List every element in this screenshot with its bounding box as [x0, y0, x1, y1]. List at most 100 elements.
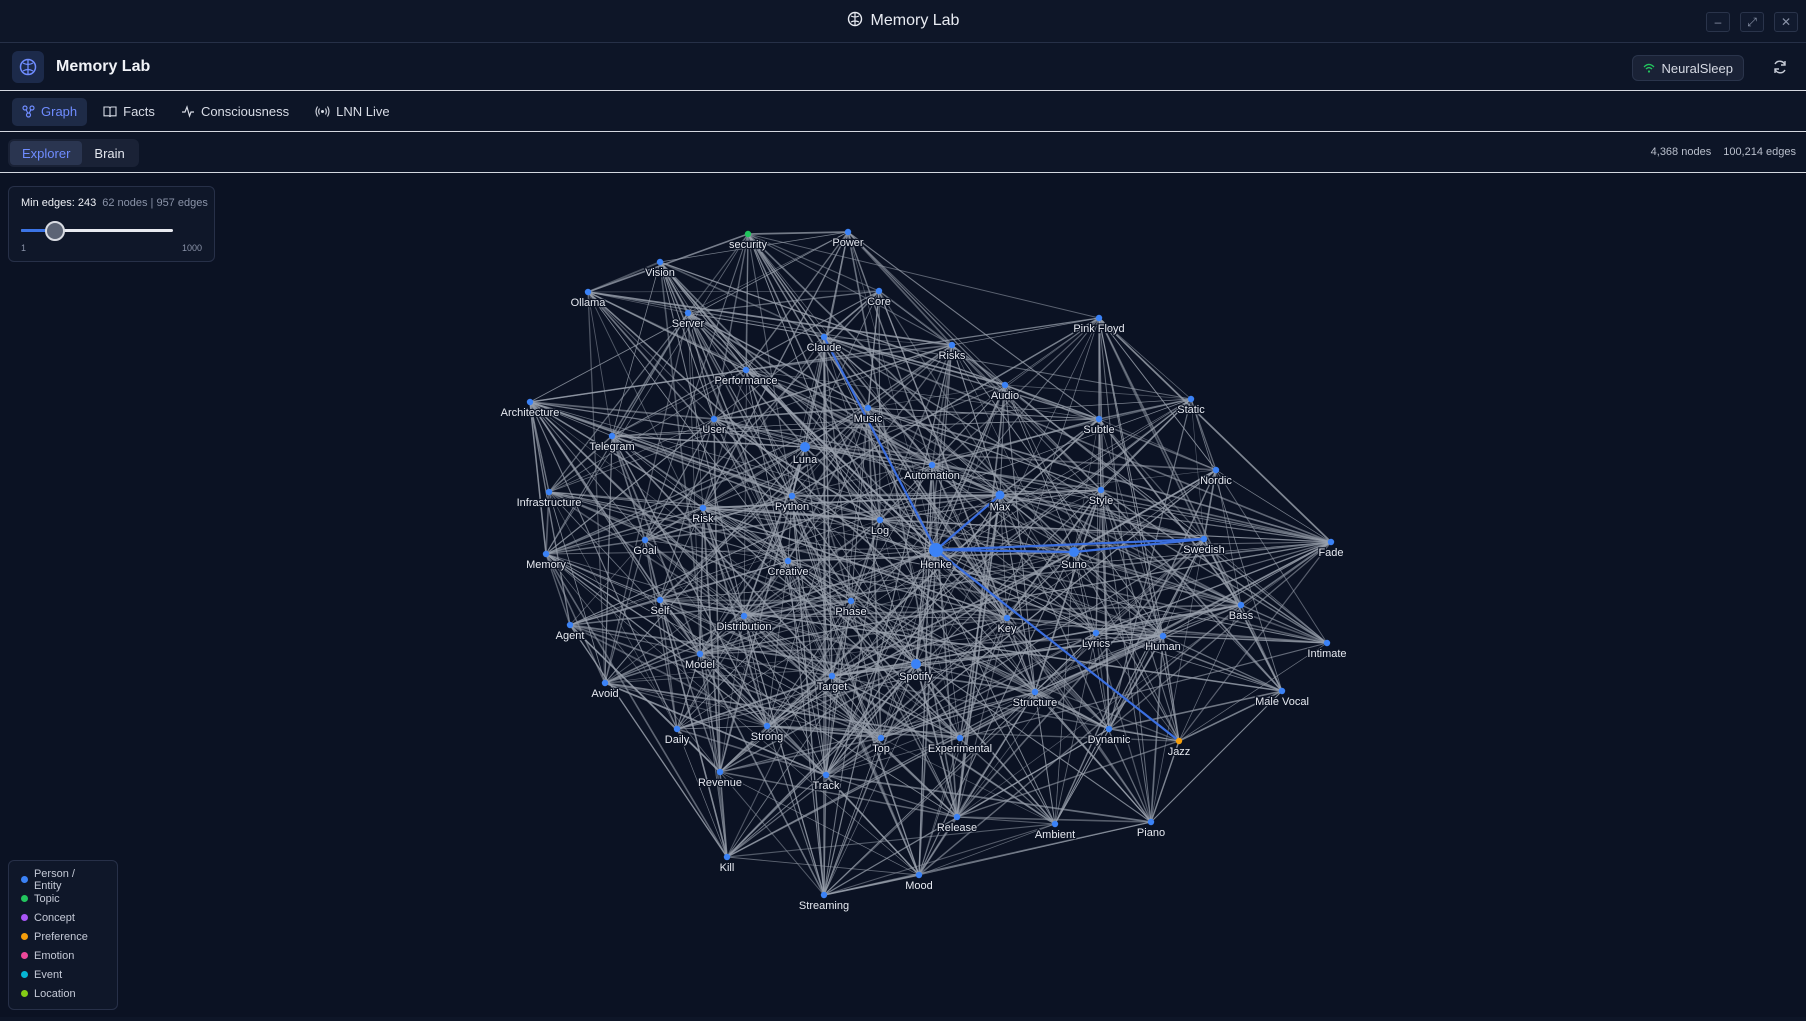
- graph-node-log[interactable]: [876, 516, 884, 524]
- graph-node-piano[interactable]: [1147, 818, 1155, 826]
- graph-svg[interactable]: security Power Vision Ollama Core Server Claud…: [0, 174, 1806, 1021]
- refresh-button[interactable]: [1770, 57, 1790, 77]
- graph-node-henke[interactable]: [929, 543, 943, 557]
- graph-node-lyrics[interactable]: [1092, 629, 1100, 637]
- window-titlebar: Memory Lab – ⤢ ✕: [0, 0, 1806, 43]
- status-badge[interactable]: NeuralSleep: [1632, 55, 1744, 81]
- tab-facts-label: Facts: [123, 104, 155, 119]
- graph-node-swedish[interactable]: [1200, 535, 1208, 543]
- legend-item: Location: [21, 984, 105, 1003]
- node-label: Strong: [751, 731, 783, 743]
- graph-node-creative[interactable]: [784, 557, 792, 565]
- graph-node-user[interactable]: [710, 415, 718, 423]
- graph-node-automation[interactable]: [928, 461, 936, 469]
- graph-node-top[interactable]: [877, 734, 885, 742]
- legend-item: Event: [21, 965, 105, 984]
- graph-node-phase[interactable]: [847, 597, 855, 605]
- graph-node-memory[interactable]: [542, 550, 550, 558]
- node-label: Audio: [991, 390, 1019, 402]
- graph-node-revenue[interactable]: [716, 768, 724, 776]
- graph-node-distribution[interactable]: [740, 612, 748, 620]
- tab-graph[interactable]: Graph: [12, 97, 88, 126]
- min-edges-slider[interactable]: [21, 229, 173, 232]
- graph-node-vision[interactable]: [656, 258, 664, 266]
- graph-node-avoid[interactable]: [601, 679, 609, 687]
- graph-node-structure[interactable]: [1031, 688, 1039, 696]
- graph-node-streaming[interactable]: [820, 891, 828, 899]
- maximize-button[interactable]: ⤢: [1740, 12, 1764, 32]
- minimize-button[interactable]: –: [1706, 12, 1730, 32]
- legend-dot: [21, 895, 28, 902]
- graph-node-self[interactable]: [656, 596, 664, 604]
- graph-node-ambient[interactable]: [1051, 820, 1059, 828]
- graph-edge: [1215, 469, 1332, 543]
- graph-node-max[interactable]: [995, 490, 1005, 500]
- graph-node-target[interactable]: [828, 672, 836, 680]
- graph-node-suno[interactable]: [1069, 547, 1079, 557]
- node-label: Telegram: [589, 441, 634, 453]
- graph-node-performance[interactable]: [742, 366, 750, 374]
- graph-node-power[interactable]: [844, 228, 852, 236]
- node-label: Daily: [665, 734, 690, 746]
- graph-node-luna[interactable]: [800, 442, 810, 452]
- graph-icon: [22, 105, 35, 118]
- graph-node-daily[interactable]: [673, 725, 681, 733]
- graph-node-ollama[interactable]: [584, 288, 592, 296]
- graph-node-release[interactable]: [953, 813, 961, 821]
- graph-node-style[interactable]: [1097, 486, 1105, 494]
- graph-node-security[interactable]: [744, 230, 752, 238]
- graph-canvas[interactable]: security Power Vision Ollama Core Server Claud…: [0, 174, 1806, 1021]
- graph-node-mood[interactable]: [915, 871, 923, 879]
- graph-node-audio[interactable]: [1001, 381, 1009, 389]
- graph-node-fade[interactable]: [1327, 538, 1335, 546]
- tab-consciousness[interactable]: Consciousness: [171, 98, 299, 126]
- graph-node-spotify[interactable]: [911, 659, 921, 669]
- graph-node-python[interactable]: [788, 492, 796, 500]
- graph-node-human[interactable]: [1159, 632, 1167, 640]
- graph-node-nordic[interactable]: [1212, 466, 1220, 474]
- legend-dot: [21, 933, 28, 940]
- graph-node-strong[interactable]: [763, 722, 771, 730]
- tab-explorer[interactable]: Explorer: [10, 141, 83, 165]
- tab-facts[interactable]: Facts: [93, 98, 165, 126]
- graph-node-architecture[interactable]: [526, 398, 534, 406]
- tab-lnn-live[interactable]: LNN Live: [305, 98, 399, 126]
- graph-node-goal[interactable]: [641, 536, 649, 544]
- graph-node-experimental[interactable]: [956, 734, 964, 742]
- total-nodes: 4,368 nodes: [1650, 146, 1712, 158]
- graph-node-claude[interactable]: [820, 333, 828, 341]
- slider-handle[interactable]: [45, 221, 65, 241]
- graph-node-key[interactable]: [1003, 614, 1011, 622]
- graph-node-agent[interactable]: [566, 621, 574, 629]
- graph-node-infrastructure[interactable]: [545, 488, 553, 496]
- graph-node-telegram[interactable]: [608, 432, 616, 440]
- graph-node-subtle[interactable]: [1095, 415, 1103, 423]
- graph-node-dynamic[interactable]: [1105, 725, 1113, 733]
- graph-node-bass[interactable]: [1237, 601, 1245, 609]
- legend-label: Topic: [34, 892, 60, 905]
- legend-label: Person / Entity: [33, 867, 75, 892]
- graph-node-risks[interactable]: [948, 341, 956, 349]
- graph-node-kill[interactable]: [723, 853, 731, 861]
- graph-node-music[interactable]: [864, 404, 872, 412]
- node-label: Log: [871, 525, 889, 537]
- graph-node-male-vocal[interactable]: [1278, 687, 1286, 695]
- graph-node-model[interactable]: [696, 650, 704, 658]
- book-icon: [103, 106, 117, 118]
- graph-node-server[interactable]: [684, 309, 692, 317]
- node-label: security: [729, 239, 767, 251]
- graph-node-track[interactable]: [822, 771, 830, 779]
- node-label: Kill: [720, 862, 735, 874]
- node-label: Self: [651, 605, 671, 617]
- graph-node-static[interactable]: [1187, 395, 1195, 403]
- graph-node-intimate[interactable]: [1323, 639, 1331, 647]
- graph-node-pink-floyd[interactable]: [1095, 314, 1103, 322]
- graph-edge: [587, 233, 749, 293]
- close-button[interactable]: ✕: [1774, 12, 1798, 32]
- node-label: Key: [998, 623, 1017, 635]
- tab-brain[interactable]: Brain: [82, 141, 136, 165]
- graph-node-risk[interactable]: [699, 504, 707, 512]
- graph-node-jazz[interactable]: [1175, 737, 1183, 745]
- main-nav: Graph Facts Consciousness LNN Live: [0, 92, 1806, 132]
- graph-node-core[interactable]: [875, 287, 883, 295]
